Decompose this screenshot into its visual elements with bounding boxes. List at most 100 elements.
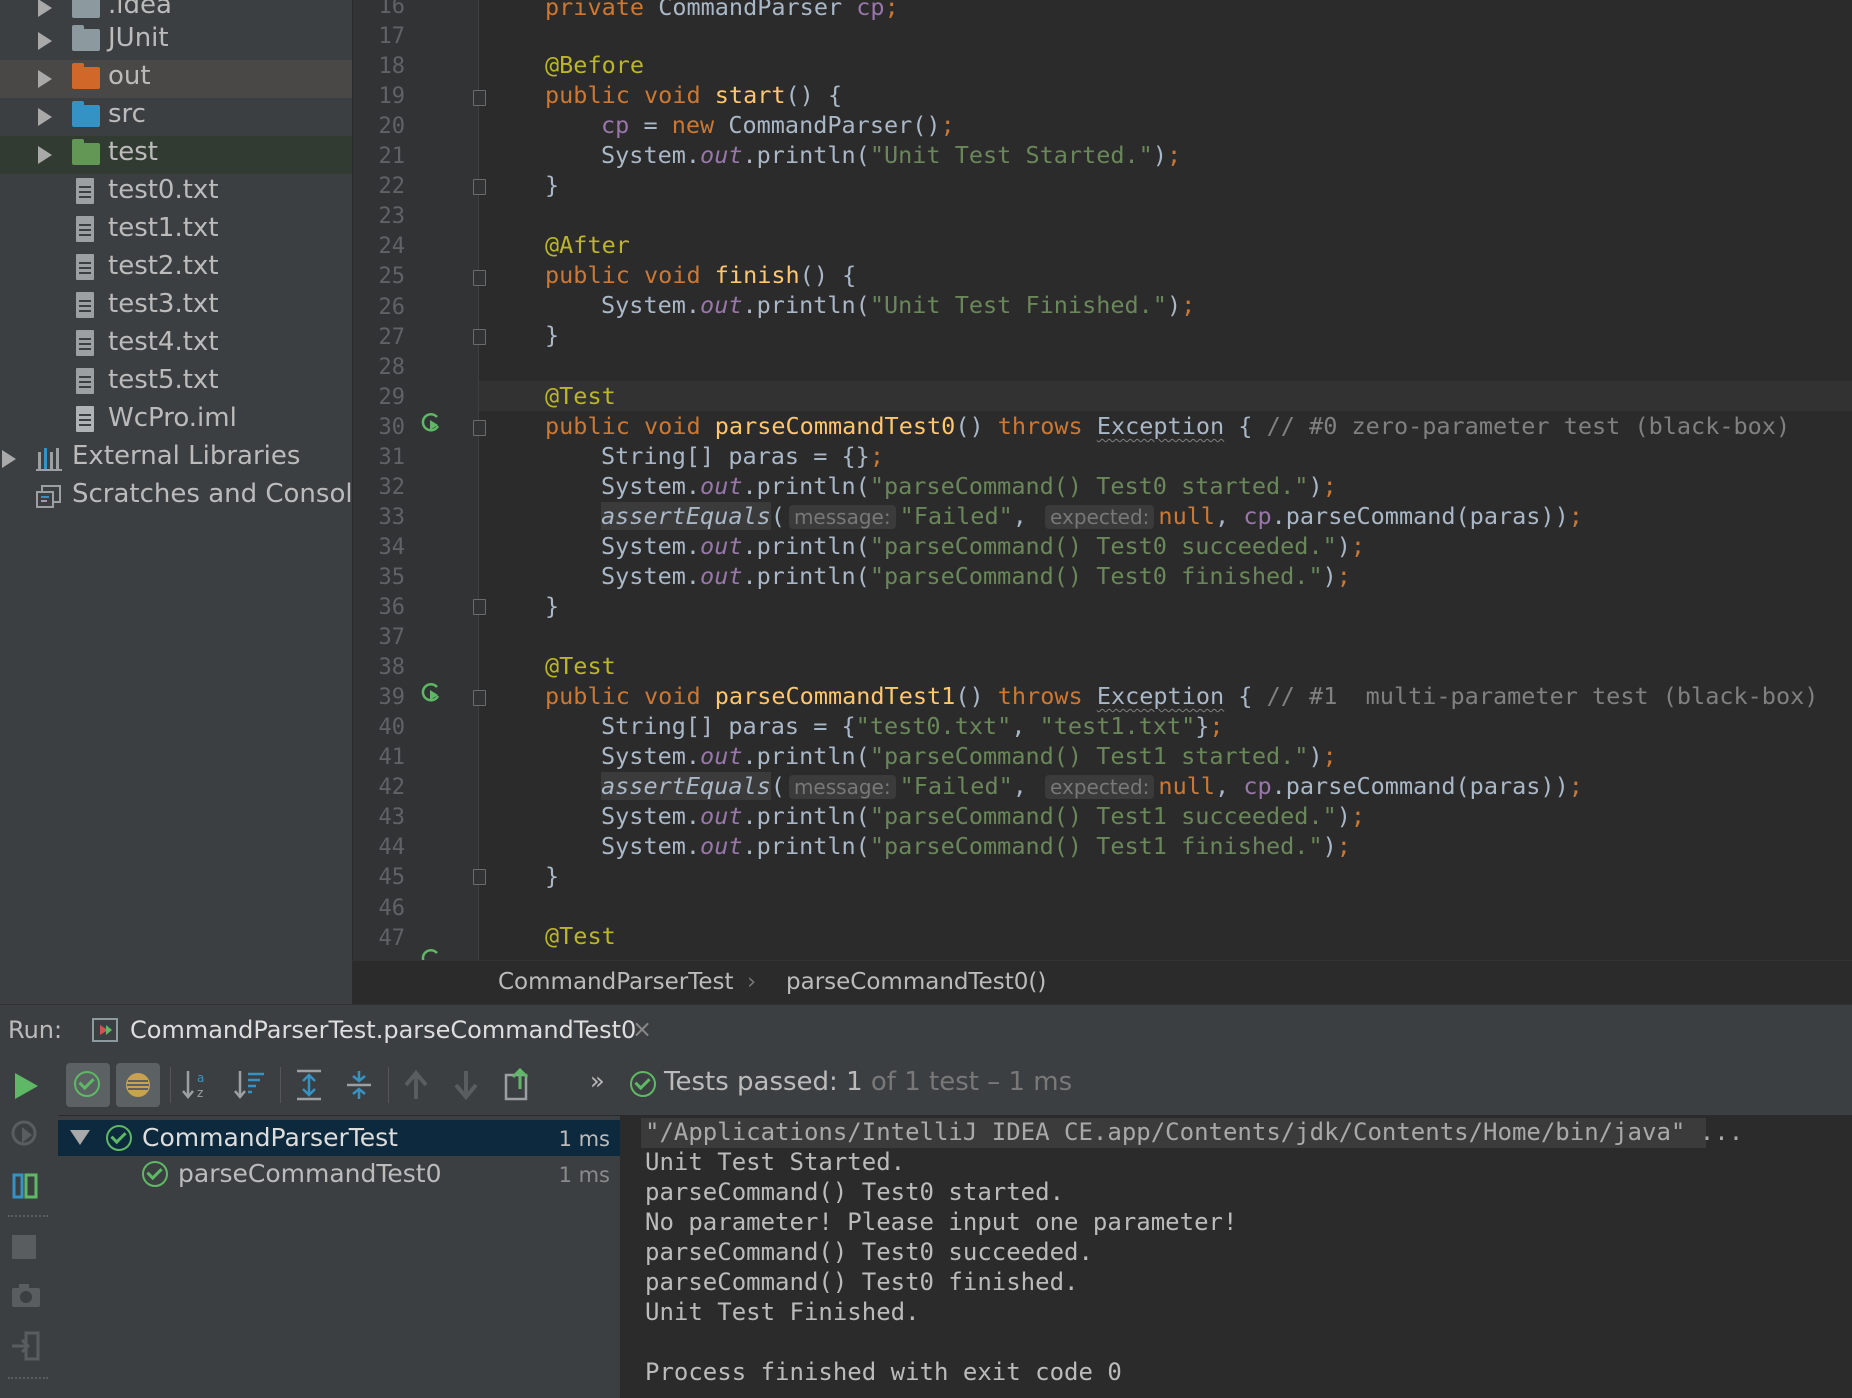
- code-line-33[interactable]: assertEquals(message: "Failed", expected:…: [601, 501, 1583, 531]
- code-line-34[interactable]: System.out.println("parseCommand() Test0…: [601, 531, 1365, 561]
- toggle-auto-test-icon[interactable]: [10, 1169, 42, 1201]
- tree-item-label: External Libraries: [72, 441, 301, 471]
- run-test-icon[interactable]: [421, 412, 443, 434]
- code-token: null: [1158, 772, 1216, 800]
- test-row-selected[interactable]: CommandParserTest 1 ms: [58, 1120, 620, 1156]
- tree-item-file[interactable]: test3.txt: [0, 288, 352, 326]
- ignored-tests-icon: [126, 1073, 150, 1097]
- code-editor[interactable]: 16 17 18 19 20 21 22 23 24 25 26 27 28 29 30 31 32 33 34 35…: [353, 0, 1852, 960]
- check-circle-icon: [74, 1071, 100, 1097]
- code-line-18[interactable]: @Before: [545, 50, 644, 80]
- code-line-30[interactable]: public void parseCommandTest0() throws E…: [545, 411, 1790, 441]
- code-line-19[interactable]: public void start() {: [545, 80, 842, 110]
- code-line-31[interactable]: String[] paras = {};: [601, 441, 884, 471]
- code-token: }: [545, 321, 560, 349]
- code-token: () {: [785, 81, 843, 109]
- line-number: 26: [378, 294, 406, 320]
- code-token: @Test: [545, 922, 616, 950]
- tree-item-file[interactable]: test0.txt: [0, 174, 352, 212]
- tree-item-file[interactable]: test4.txt: [0, 326, 352, 364]
- fold-marker-icon[interactable]: [473, 420, 486, 436]
- code-line-35[interactable]: System.out.println("parseCommand() Test0…: [601, 561, 1351, 591]
- code-token: (): [955, 412, 998, 440]
- code-line-32[interactable]: System.out.println("parseCommand() Test0…: [601, 471, 1337, 501]
- tree-item-file[interactable]: test5.txt: [0, 364, 352, 402]
- tree-item-file[interactable]: test1.txt: [0, 212, 352, 250]
- run-tab-title[interactable]: CommandParserTest.parseCommandTest0: [130, 1016, 636, 1044]
- sort-alphabetically-icon[interactable]: a z: [182, 1069, 214, 1101]
- collapse-arrow-icon[interactable]: [70, 1130, 90, 1145]
- previous-failed-test-icon[interactable]: [402, 1069, 430, 1101]
- expand-arrow-icon[interactable]: [38, 32, 52, 50]
- tree-item-iml[interactable]: WcPro.iml: [0, 402, 352, 440]
- camera-icon[interactable]: [10, 1281, 42, 1309]
- code-line-27[interactable]: }: [545, 320, 559, 350]
- close-tab-icon[interactable]: ×: [632, 1015, 652, 1043]
- fold-marker-icon[interactable]: [473, 329, 486, 345]
- fold-marker-icon[interactable]: [473, 270, 486, 286]
- svg-text:a: a: [197, 1071, 204, 1085]
- sort-by-duration-icon[interactable]: [234, 1069, 266, 1101]
- fold-marker-icon[interactable]: [473, 90, 486, 106]
- run-test-icon[interactable]: [421, 682, 443, 704]
- code-token: ;: [1336, 562, 1351, 590]
- code-token: ): [1308, 472, 1323, 500]
- code-line-44[interactable]: System.out.println("parseCommand() Test1…: [601, 831, 1351, 861]
- export-test-results-icon[interactable]: [502, 1067, 534, 1101]
- expand-arrow-icon[interactable]: [38, 0, 52, 17]
- tree-item-out[interactable]: out: [0, 60, 352, 98]
- code-line-29[interactable]: @Test: [545, 381, 616, 411]
- expand-arrow-icon[interactable]: [38, 108, 52, 126]
- code-line-16[interactable]: private CommandParser cp;: [545, 0, 899, 22]
- code-line-47[interactable]: @Test: [545, 921, 616, 951]
- console-output[interactable]: "/Applications/IntelliJ IDEA CE.app/Cont…: [621, 1116, 1852, 1398]
- test-row[interactable]: parseCommandTest0 1 ms: [58, 1156, 620, 1192]
- code-line-36[interactable]: }: [545, 591, 559, 621]
- code-line-38[interactable]: @Test: [545, 651, 616, 681]
- code-line-20[interactable]: cp = new CommandParser();: [601, 110, 955, 140]
- test-duration: 1 ms: [558, 1127, 610, 1151]
- code-line-25[interactable]: public void finish() {: [545, 260, 856, 290]
- code-line-24[interactable]: @After: [545, 230, 630, 260]
- line-number: 37: [378, 625, 406, 651]
- line-number: 45: [378, 865, 406, 891]
- tree-item-scratches[interactable]: Scratches and Consoles: [0, 478, 352, 516]
- expand-arrow-icon[interactable]: [2, 450, 16, 468]
- expand-arrow-icon[interactable]: [38, 146, 52, 164]
- breadcrumb-class[interactable]: CommandParserTest: [498, 969, 733, 995]
- rerun-icon[interactable]: [12, 1071, 40, 1101]
- breadcrumb-method[interactable]: parseCommandTest0(): [786, 969, 1046, 995]
- code-line-45[interactable]: }: [545, 861, 559, 891]
- tree-item-test[interactable]: test: [0, 136, 352, 174]
- run-test-icon[interactable]: [421, 948, 443, 960]
- tree-item-file[interactable]: test2.txt: [0, 250, 352, 288]
- fold-marker-icon[interactable]: [473, 179, 486, 195]
- expand-arrow-icon[interactable]: [38, 70, 52, 88]
- code-token: ;: [1322, 472, 1337, 500]
- exit-icon[interactable]: [10, 1331, 42, 1361]
- code-line-41[interactable]: System.out.println("parseCommand() Test1…: [601, 741, 1337, 771]
- fold-marker-icon[interactable]: [473, 869, 486, 885]
- code-line-42[interactable]: assertEquals(message: "Failed", expected:…: [601, 771, 1583, 801]
- code-token: out: [700, 141, 743, 169]
- expand-all-icon[interactable]: [294, 1069, 324, 1101]
- code-line-40[interactable]: String[] paras = {"test0.txt", "test1.tx…: [601, 711, 1224, 741]
- next-failed-test-icon[interactable]: [452, 1069, 480, 1101]
- tree-item-junit[interactable]: JUnit: [0, 22, 352, 60]
- code-line-26[interactable]: System.out.println("Unit Test Finished."…: [601, 290, 1195, 320]
- show-passed-button[interactable]: [66, 1063, 110, 1107]
- code-line-39[interactable]: public void parseCommandTest1() throws E…: [545, 681, 1818, 711]
- more-actions-icon[interactable]: »: [590, 1067, 605, 1095]
- tree-item-src[interactable]: src: [0, 98, 352, 136]
- tree-item-external-libraries[interactable]: External Libraries: [0, 440, 352, 478]
- stop-icon[interactable]: [12, 1235, 36, 1259]
- fold-marker-icon[interactable]: [473, 690, 486, 706]
- fold-marker-icon[interactable]: [473, 599, 486, 615]
- code-line-21[interactable]: System.out.println("Unit Test Started.")…: [601, 140, 1181, 170]
- code-line-43[interactable]: System.out.println("parseCommand() Test1…: [601, 801, 1365, 831]
- collapse-all-icon[interactable]: [344, 1069, 374, 1101]
- code-line-22[interactable]: }: [545, 170, 559, 200]
- show-ignored-button[interactable]: [116, 1063, 160, 1107]
- rerun-failed-icon[interactable]: [10, 1119, 42, 1149]
- code-token: ): [1336, 802, 1351, 830]
